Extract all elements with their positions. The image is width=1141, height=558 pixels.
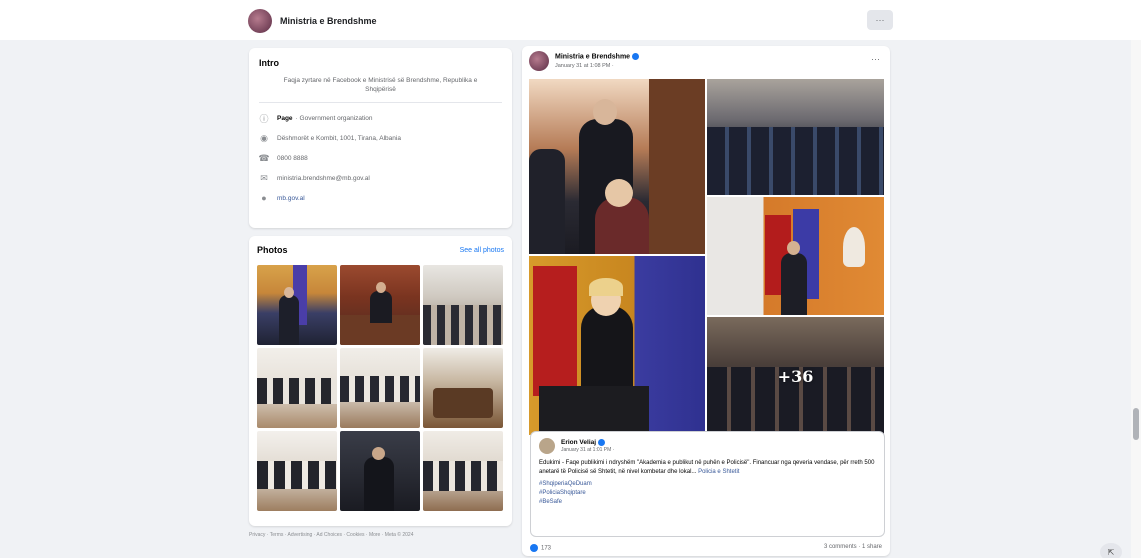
post-options-icon[interactable]: ··· [871,54,880,64]
photo-collage: +36 [529,79,884,435]
mail-icon: ✉ [260,172,268,183]
shared-post-text: Edukimi - Faqe publikimi i ndryshëm "Aka… [539,459,876,476]
info-row-address: ◉ Dëshmorët e Kombit, 1001, Tirana, Alba… [259,133,502,143]
top-bar: Ministria e Brendshme ··· [0,0,1141,40]
info-row-category: ⓘ Page · Government organization [259,113,502,124]
globe-icon: ● [261,193,267,204]
post-header: Ministria e Brendshme January 31 at 1:08… [529,51,640,71]
shared-post-header: Erion Veliaj January 31 at 1:01 PM · [539,438,876,454]
verified-badge-icon [598,438,606,446]
shared-author-label[interactable]: Erion Veliaj [561,439,596,446]
like-count[interactable]: 173 [530,544,551,552]
info-row-website: ● mb.gov.al [259,193,502,203]
collage-photo[interactable] [707,197,884,315]
page-header: Ministria e Brendshme ··· [248,6,893,36]
like-icon [530,544,538,552]
photos-card: Photos See all photos [249,236,512,526]
phone-icon: ☎ [258,152,270,163]
hashtag-link[interactable]: #ShqiperiaQeDuam [539,480,876,489]
photo-thumbnail[interactable] [340,265,420,345]
post-stats[interactable]: 3 comments · 1 share [824,544,882,552]
intro-description: Faqja zyrtare në Facebook e Ministrisë s… [259,76,502,104]
hashtag-list: #ShqiperiaQeDuam #PoliciaShqiptare #BeSa… [539,480,876,506]
page-avatar[interactable] [248,9,272,33]
info-row-phone: ☎ 0800 8888 [258,152,502,163]
hashtag-link[interactable]: #BeSafe [539,498,876,507]
intro-card: Intro Faqja zyrtare në Facebook e Minist… [249,48,512,228]
scrollbar-thumb[interactable] [1133,408,1139,440]
like-count-value[interactable]: 173 [541,546,551,552]
page-name[interactable]: Ministria e Brendshme [280,16,377,26]
post-reactions-bar: 173 3 comments · 1 share [530,544,882,552]
more-button[interactable]: ··· [867,10,893,30]
shared-timestamp[interactable]: January 31 at 1:01 PM · [561,447,614,453]
post-author-label[interactable]: Ministria e Brendshme [555,54,630,61]
see-all-photos-link[interactable]: See all photos [460,247,504,254]
photo-thumbnail[interactable] [257,265,337,345]
collapse-icon[interactable]: ⇱ [1100,543,1122,558]
shared-author-avatar[interactable] [539,438,555,454]
email-value[interactable]: ministria.brendshme@mb.gov.al [277,175,370,182]
shared-author-name[interactable]: Erion Veliaj [561,438,614,446]
shared-mention-link[interactable]: Policia e Shtetit [698,469,739,475]
post-card: Ministria e Brendshme January 31 at 1:08… [522,46,890,556]
photo-thumbnail[interactable] [423,265,503,345]
shared-post[interactable]: Erion Veliaj January 31 at 1:01 PM · Edu… [530,431,885,537]
photo-grid [257,265,504,511]
location-icon: ◉ [260,132,268,143]
post-author-name[interactable]: Ministria e Brendshme [555,53,640,61]
photos-title: Photos [257,245,288,255]
intro-title: Intro [259,58,279,68]
photos-header: Photos See all photos [257,245,504,255]
photo-thumbnail[interactable] [340,431,420,511]
collage-photo[interactable] [707,79,884,195]
phone-value: 0800 8888 [277,154,308,162]
photo-thumbnail[interactable] [257,431,337,511]
category-label: Page [277,114,293,122]
scrollbar-track[interactable] [1131,40,1141,558]
info-row-email: ✉ ministria.brendshme@mb.gov.al [259,173,502,183]
photo-thumbnail[interactable] [257,348,337,428]
info-icon: ⓘ [259,113,269,124]
photo-thumbnail[interactable] [423,348,503,428]
post-timestamp[interactable]: January 31 at 1:08 PM · [555,63,639,69]
address-value: Dëshmorët e Kombit, 1001, Tirana, Albani… [277,134,401,142]
hashtag-link[interactable]: #PoliciaShqiptare [539,489,876,498]
collage-photo[interactable] [529,256,705,435]
website-link[interactable]: mb.gov.al [277,195,305,202]
photo-thumbnail[interactable] [340,348,420,428]
more-photos-count[interactable]: +36 [707,317,884,435]
post-author-avatar[interactable] [529,51,549,71]
photo-thumbnail[interactable] [423,431,503,511]
verified-badge-icon [632,53,640,61]
footer-links[interactable]: Privacy · Terms · Advertising · Ad Choic… [249,532,512,538]
collage-photo-more[interactable]: +36 [707,317,884,435]
category-value: · Government organization [295,114,373,122]
collage-photo[interactable] [529,79,705,254]
